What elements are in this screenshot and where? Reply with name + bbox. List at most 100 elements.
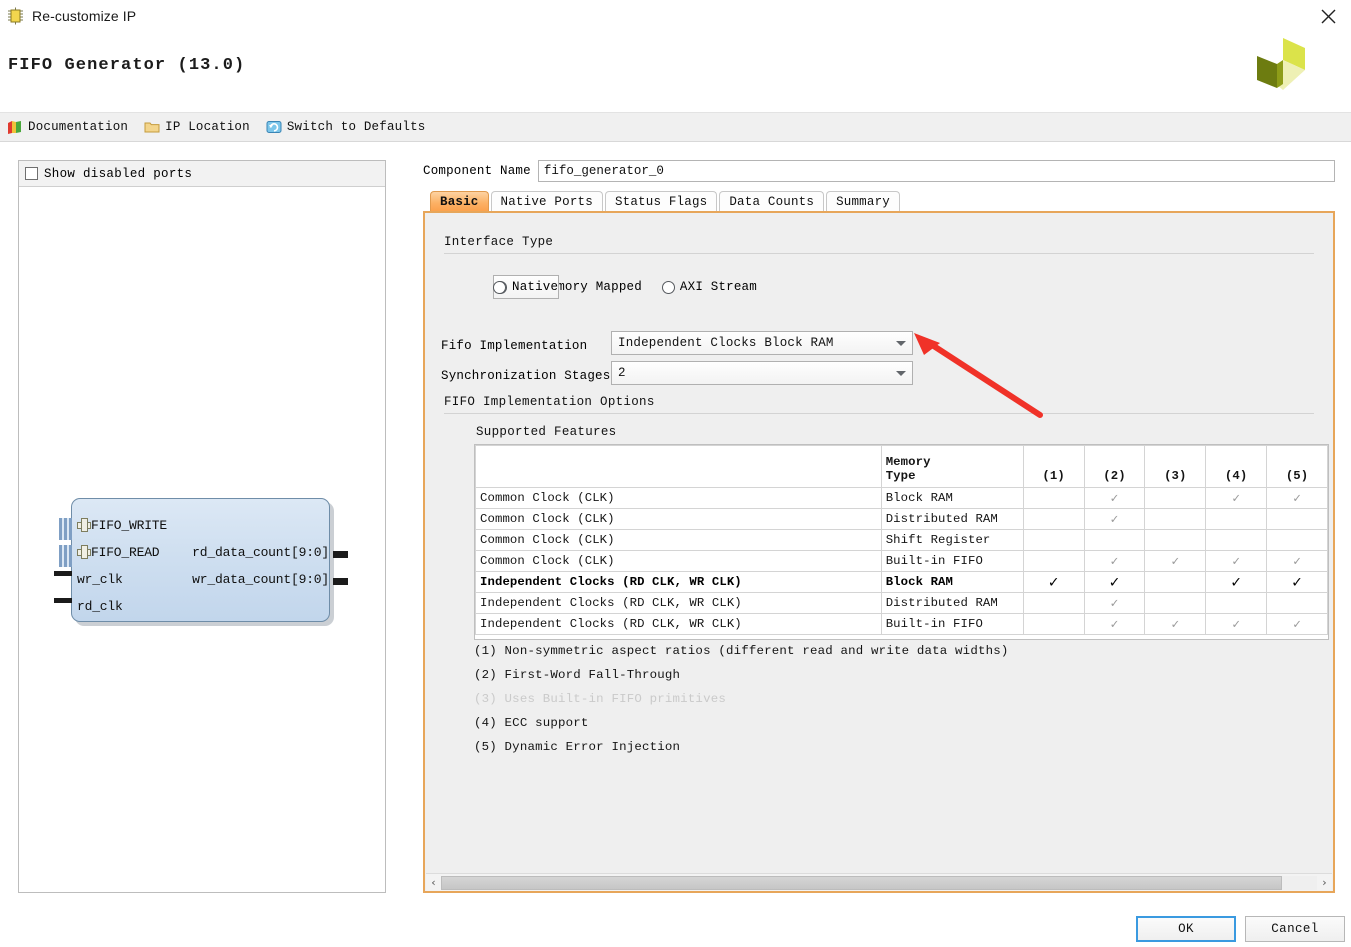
table-row: Common Clock (CLK) Distributed RAM ✓ (475, 508, 1328, 530)
cell-clock-type: Common Clock (CLK) (475, 529, 882, 551)
interface-type-divider (444, 253, 1314, 254)
cell-memory-type: Built-in FIFO (880, 550, 1024, 572)
tab-status-flags[interactable]: Status Flags (604, 191, 718, 212)
cell-check-empty (1266, 529, 1328, 551)
radio-dot-axi-memory-mapped (493, 280, 506, 294)
component-name-input[interactable] (537, 160, 1335, 182)
cell-check-empty (1144, 508, 1207, 530)
scroll-left-arrow-icon[interactable]: ‹ (426, 874, 441, 892)
component-name-row: Component Name (423, 160, 1335, 182)
ip-block-symbol: FIFO_WRITE FIFO_READ wr_clk rd_clk rd_da… (54, 498, 348, 626)
header-col-2: (2) (1083, 445, 1146, 488)
port-label-rd-data-count: rd_data_count[9:0] (192, 545, 329, 560)
folder-icon (144, 119, 160, 135)
sync-stages-select[interactable]: 2 (611, 361, 913, 385)
header-band: FIFO Generator (13.0) (0, 32, 1351, 112)
horizontal-scrollbar[interactable]: ‹ › (426, 873, 1332, 891)
toolbar-item-documentation[interactable]: Documentation (7, 119, 128, 135)
cell-check-empty (1144, 571, 1207, 593)
show-disabled-ports-checkbox[interactable] (25, 167, 38, 180)
table-row: Independent Clocks (RD CLK, WR CLK) Distr… (475, 592, 1328, 614)
expand-plus-icon[interactable] (77, 545, 91, 559)
cell-memory-type: Distributed RAM (880, 508, 1024, 530)
tab-basic[interactable]: Basic (430, 191, 489, 212)
close-icon[interactable] (1305, 0, 1351, 32)
scrollbar-track[interactable] (441, 875, 1317, 890)
fifo-impl-options-heading: FIFO Implementation Options (444, 395, 655, 409)
supported-features-table: Memory Type (1) (2) (3) (4) (5) Common C… (475, 445, 1328, 635)
pin-wr-data-count (333, 578, 348, 585)
cell-check-empty (1083, 529, 1146, 551)
tab-native-ports[interactable]: Native Ports (490, 191, 603, 212)
ok-button[interactable]: OK (1136, 916, 1236, 942)
cell-clock-type: Common Clock (CLK) (475, 508, 882, 530)
chevron-down-icon (890, 340, 912, 346)
cell-check-yes: ✓ (1083, 613, 1146, 635)
expand-plus-icon[interactable] (77, 518, 91, 532)
tab-data-counts[interactable]: Data Counts (719, 191, 825, 212)
cell-check-yes: ✓ (1083, 550, 1146, 572)
cell-memory-type: Built-in FIFO (880, 613, 1024, 635)
tab-summary[interactable]: Summary (826, 191, 900, 212)
cell-check-yes: ✓ (1083, 508, 1146, 530)
chevron-down-icon (890, 370, 912, 376)
header-col-5: (5) (1266, 445, 1328, 488)
tab-bar: Basic Native Ports Status Flags Data Cou… (430, 190, 902, 212)
port-label-fifo-read: FIFO_READ (91, 545, 160, 560)
cell-check-yes: ✓ (1022, 571, 1085, 593)
supported-features-table-wrapper: Memory Type (1) (2) (3) (4) (5) Common C… (474, 444, 1329, 640)
page-title: FIFO Generator (13.0) (8, 56, 246, 75)
cell-check-empty (1022, 529, 1085, 551)
fifo-impl-options-divider (444, 413, 1314, 414)
cell-check-empty (1205, 508, 1268, 530)
header-memory-type: Memory Type (880, 445, 1024, 488)
sync-stages-label: Synchronization Stages (441, 369, 611, 383)
cancel-button[interactable]: Cancel (1245, 916, 1345, 942)
cell-check-yes: ✓ (1266, 487, 1328, 509)
header-memory-type-line2: Type (885, 469, 916, 483)
cell-check-yes: ✓ (1266, 550, 1328, 572)
bus-pin-fifo-write (59, 518, 72, 540)
sync-stages-value: 2 (618, 366, 626, 380)
header-col-4: (4) (1205, 445, 1268, 488)
port-label-wr-clk: wr_clk (77, 572, 123, 587)
show-disabled-ports-row[interactable]: Show disabled ports (19, 161, 385, 187)
cell-memory-type: Block RAM (880, 571, 1024, 593)
port-label-wr-data-count: wr_data_count[9:0] (192, 572, 329, 587)
cell-memory-type: Block RAM (880, 487, 1024, 509)
port-label-fifo-write: FIFO_WRITE (91, 518, 168, 533)
scroll-right-arrow-icon[interactable]: › (1317, 874, 1332, 892)
cell-clock-type: Common Clock (CLK) (475, 487, 882, 509)
interface-type-radio-group: Native AXI Memory Mapped AXI Stream (493, 275, 777, 299)
scrollbar-thumb[interactable] (441, 875, 1282, 890)
cell-check-empty (1144, 529, 1207, 551)
radio-axi-stream[interactable]: AXI Stream (661, 280, 757, 294)
bus-pin-fifo-read (59, 545, 72, 567)
header-clock-col (475, 445, 882, 488)
table-header-row: Memory Type (1) (2) (3) (4) (5) (475, 445, 1328, 488)
port-label-rd-clk: rd_clk (77, 599, 123, 614)
toolbar-label-documentation: Documentation (28, 120, 129, 134)
pin-rd-clk (54, 598, 72, 603)
header-memory-type-line1: Memory (885, 455, 931, 469)
table-row: Independent Clocks (RD CLK, WR CLK) Built… (475, 613, 1328, 635)
cell-check-empty (1022, 508, 1085, 530)
footnote-5: (5) Dynamic Error Injection (474, 740, 681, 754)
cell-check-empty (1022, 592, 1085, 614)
cell-check-yes: ✓ (1083, 487, 1146, 509)
fifo-implementation-label: Fifo Implementation (441, 339, 588, 353)
toolbar-item-switch-to-defaults[interactable]: Switch to Defaults (266, 119, 426, 135)
fifo-implementation-select[interactable]: Independent Clocks Block RAM (611, 331, 913, 355)
pin-rd-data-count (333, 551, 348, 558)
cell-check-yes: ✓ (1144, 550, 1207, 572)
symbol-canvas: FIFO_WRITE FIFO_READ wr_clk rd_clk rd_da… (19, 187, 385, 892)
cell-check-yes: ✓ (1205, 487, 1268, 509)
radio-label-axi-stream: AXI Stream (679, 280, 757, 294)
cell-check-empty (1144, 592, 1207, 614)
table-row: Independent Clocks (RD CLK, WR CLK) Block… (475, 571, 1328, 593)
cell-memory-type: Shift Register (880, 529, 1024, 551)
toolbar-label-switch-to-defaults: Switch to Defaults (286, 120, 426, 134)
toolbar-item-ip-location[interactable]: IP Location (144, 119, 250, 135)
port-fifo-write: FIFO_WRITE (77, 518, 167, 533)
ip-chip-icon (7, 7, 24, 25)
